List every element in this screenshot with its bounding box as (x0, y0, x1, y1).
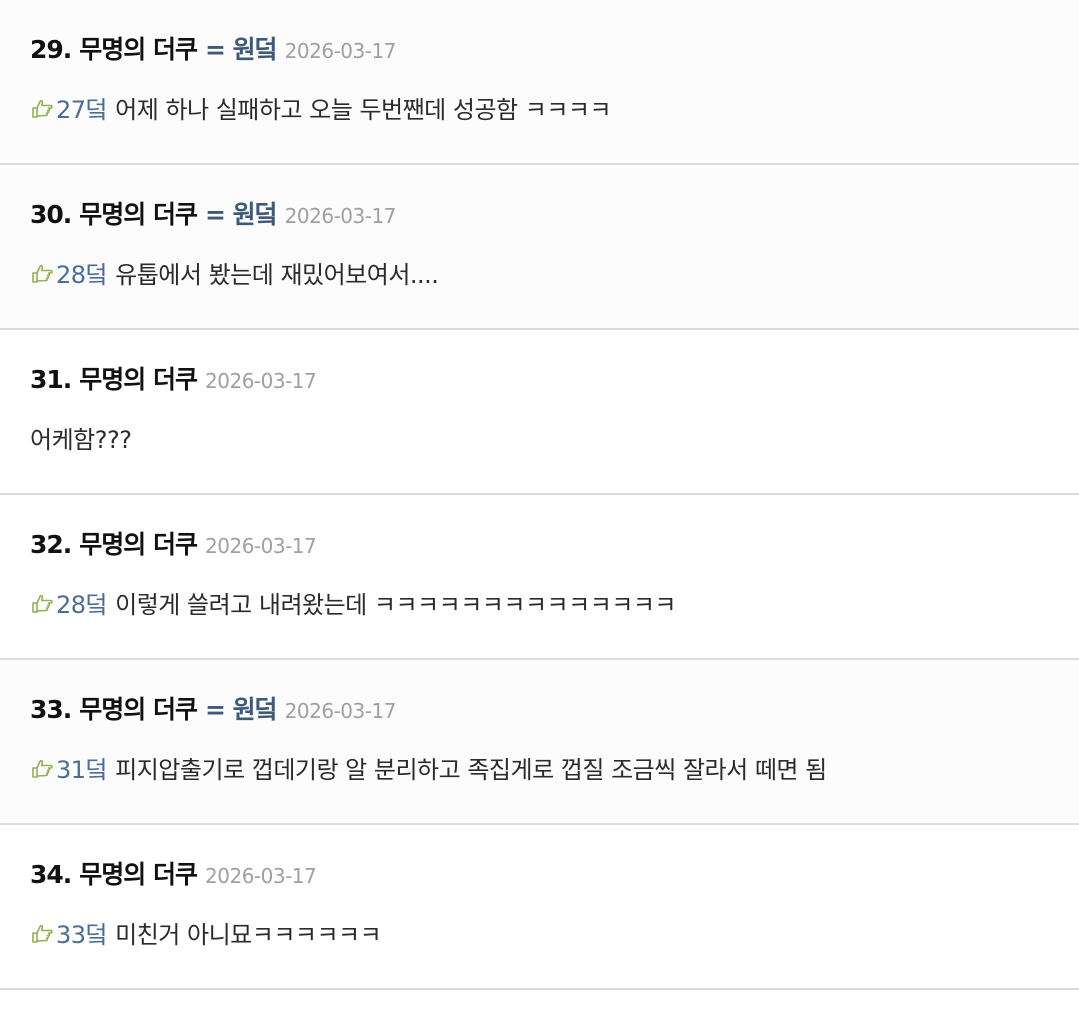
comment-number[interactable]: 31. (30, 365, 72, 394)
comment-author: 무명의 더쿠 (79, 530, 198, 559)
reply-reference-link[interactable]: 33덬 (30, 915, 108, 950)
comment-item: 33. 무명의 더쿠 = 원덬 2026-03-17 31덬 피지압출기로 껍데… (0, 660, 1079, 825)
op-badge: = 원덬 (205, 695, 278, 724)
comment-body: 27덬 어제 하나 실패하고 오늘 두번짼데 성공함 ㅋㅋㅋㅋ (30, 90, 1049, 125)
thumb-pointing-icon (32, 924, 53, 943)
comment-item: 29. 무명의 더쿠 = 원덬 2026-03-17 27덬 어제 하나 실패하… (0, 0, 1079, 165)
comment-text: 어케함??? (30, 426, 132, 454)
comment-item: 31. 무명의 더쿠 2026-03-17 어케함??? (0, 330, 1079, 495)
reply-reference-number: 27덬 (56, 96, 108, 124)
comment-date: 2026-03-17 (205, 534, 317, 558)
comment-number[interactable]: 33. (30, 695, 72, 724)
comment-header: 31. 무명의 더쿠 2026-03-17 (30, 360, 1049, 400)
comment-list: 29. 무명의 더쿠 = 원덬 2026-03-17 27덬 어제 하나 실패하… (0, 0, 1079, 990)
thumb-pointing-icon (32, 594, 53, 613)
comment-item: 34. 무명의 더쿠 2026-03-17 33덬 미친거 아니묘ㅋㅋㅋㅋㅋㅋ (0, 825, 1079, 990)
reply-reference-number: 31덬 (56, 756, 108, 784)
comment-text: 어제 하나 실패하고 오늘 두번짼데 성공함 ㅋㅋㅋㅋ (115, 96, 612, 124)
comment-item: 32. 무명의 더쿠 2026-03-17 28덬 이렇게 쓸려고 내려왔는데 … (0, 495, 1079, 660)
comment-header: 30. 무명의 더쿠 = 원덬 2026-03-17 (30, 195, 1049, 235)
comment-date: 2026-03-17 (284, 39, 397, 63)
reply-reference-number: 28덬 (56, 261, 108, 289)
thumb-pointing-icon (32, 264, 53, 283)
comment-number[interactable]: 30. (30, 200, 72, 229)
reply-reference-link[interactable]: 28덬 (30, 585, 108, 620)
comment-number[interactable]: 34. (30, 860, 72, 889)
comment-body: 31덬 피지압출기로 껍데기랑 알 분리하고 족집게로 껍질 조금씩 잘라서 떼… (30, 750, 1049, 785)
comment-text: 유툽에서 봤는데 재밌어보여서.... (115, 261, 439, 289)
comment-item: 30. 무명의 더쿠 = 원덬 2026-03-17 28덬 유툽에서 봤는데 … (0, 165, 1079, 330)
comment-body: 어케함??? (30, 420, 1049, 455)
reply-reference-link[interactable]: 31덬 (30, 750, 108, 785)
comment-header: 32. 무명의 더쿠 2026-03-17 (30, 525, 1049, 565)
comment-date: 2026-03-17 (284, 699, 397, 723)
comment-author: 무명의 더쿠 (79, 695, 198, 724)
comment-header: 33. 무명의 더쿠 = 원덬 2026-03-17 (30, 690, 1049, 730)
comment-text: 이렇게 쓸려고 내려왔는데 ㅋㅋㅋㅋㅋㅋㅋㅋㅋㅋㅋㅋㅋㅋ (115, 591, 677, 619)
reply-reference-number: 33덬 (56, 921, 108, 949)
comment-date: 2026-03-17 (284, 204, 397, 228)
comment-header: 34. 무명의 더쿠 2026-03-17 (30, 855, 1049, 895)
reply-reference-link[interactable]: 28덬 (30, 255, 108, 290)
comment-author: 무명의 더쿠 (79, 200, 198, 229)
comment-text: 미친거 아니묘ㅋㅋㅋㅋㅋㅋ (115, 921, 382, 949)
thumb-pointing-icon (32, 759, 53, 778)
comment-author: 무명의 더쿠 (79, 365, 198, 394)
comment-author: 무명의 더쿠 (79, 860, 198, 889)
comment-number[interactable]: 29. (30, 35, 72, 64)
thumb-pointing-icon (32, 99, 53, 118)
comment-number[interactable]: 32. (30, 530, 72, 559)
reply-reference-number: 28덬 (56, 591, 108, 619)
comment-date: 2026-03-17 (205, 369, 317, 393)
comment-body: 33덬 미친거 아니묘ㅋㅋㅋㅋㅋㅋ (30, 915, 1049, 950)
comment-author: 무명의 더쿠 (79, 35, 198, 64)
op-badge: = 원덬 (205, 200, 278, 229)
comment-date: 2026-03-17 (205, 864, 317, 888)
comment-body: 28덬 유툽에서 봤는데 재밌어보여서.... (30, 255, 1049, 290)
comment-header: 29. 무명의 더쿠 = 원덬 2026-03-17 (30, 30, 1049, 70)
reply-reference-link[interactable]: 27덬 (30, 90, 108, 125)
op-badge: = 원덬 (205, 35, 278, 64)
comment-body: 28덬 이렇게 쓸려고 내려왔는데 ㅋㅋㅋㅋㅋㅋㅋㅋㅋㅋㅋㅋㅋㅋ (30, 585, 1049, 620)
comment-text: 피지압출기로 껍데기랑 알 분리하고 족집게로 껍질 조금씩 잘라서 떼면 됨 (115, 756, 827, 784)
